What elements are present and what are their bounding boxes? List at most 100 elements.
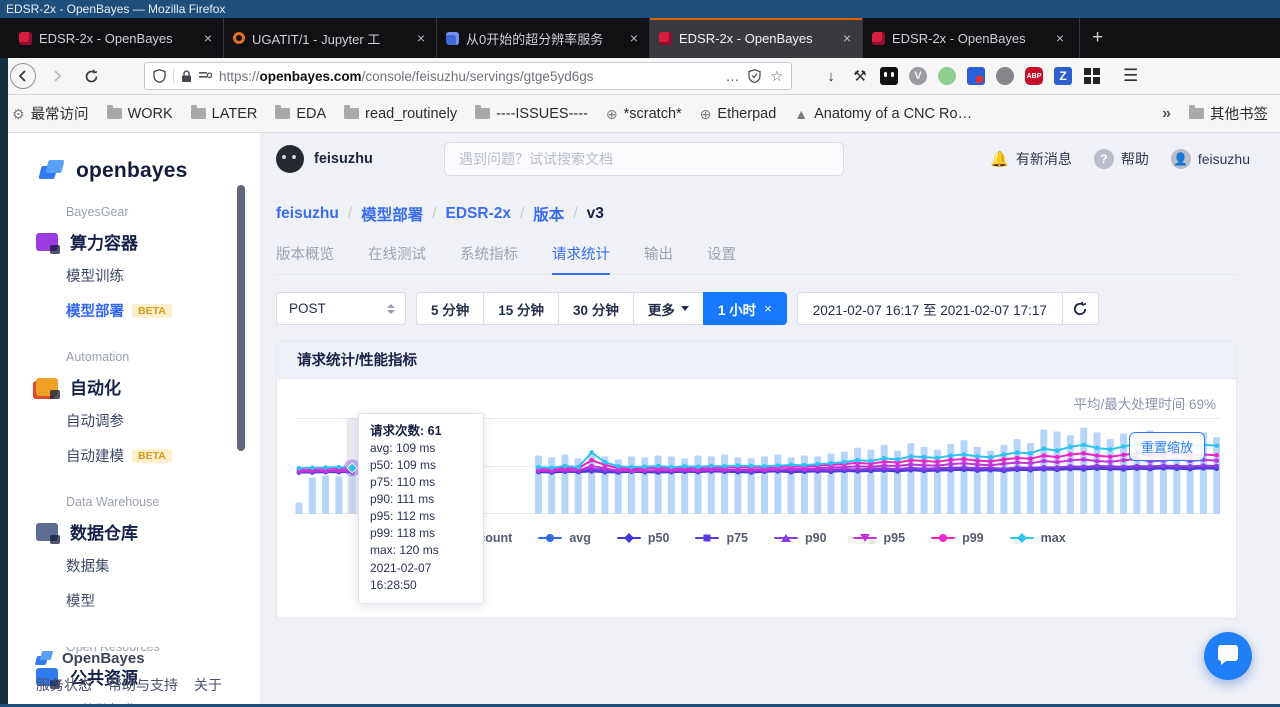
tab-close-icon[interactable]: × [841, 30, 853, 46]
sidebar-item[interactable]: 数据集 [66, 548, 260, 583]
tile-tabs-icon[interactable] [1083, 67, 1101, 85]
refresh-button[interactable] [1063, 292, 1099, 325]
help-item[interactable]: ? 帮助 [1094, 149, 1149, 169]
sidebar-scrollbar-thumb[interactable] [237, 185, 245, 451]
tracking-shield-icon[interactable] [153, 69, 166, 83]
search-input[interactable] [444, 142, 844, 176]
sidebar-section-title[interactable]: 自动化 [36, 370, 260, 403]
url-bar[interactable]: https://openbayes.com/console/feisuzhu/s… [144, 62, 792, 90]
date-range-group: 2021-02-07 16:17 至 2021-02-07 17:17 [797, 292, 1099, 325]
bookmark-star-icon[interactable]: ☆ [770, 68, 783, 85]
bookmark-item[interactable]: LATER [191, 106, 258, 122]
range-button[interactable]: 15 分钟 [483, 292, 559, 325]
browser-tab[interactable]: EDSR-2x - OpenBayes× [862, 18, 1075, 58]
sidebar-item[interactable]: 模型部署BETA [66, 293, 260, 328]
user-avatar[interactable] [276, 145, 304, 173]
pocket-shield-icon[interactable] [748, 69, 761, 83]
reset-zoom-button[interactable]: 重置缩放 [1129, 432, 1205, 461]
user-name[interactable]: feisuzhu [314, 151, 373, 167]
tab-close-icon[interactable]: × [628, 30, 640, 46]
bookmark-item[interactable]: ⊕Etherpad [700, 106, 777, 122]
tab-在线测试[interactable]: 在线测试 [368, 243, 426, 274]
chart-tooltip: 请求次数: 61 avg: 109 msp50: 109 msp75: 110 … [358, 413, 484, 604]
legend-label: max [1041, 531, 1066, 545]
page-actions-icon[interactable]: … [725, 68, 739, 84]
bookmark-item[interactable]: ----ISSUES---- [475, 106, 588, 122]
tab-close-icon[interactable]: × [415, 30, 427, 46]
legend-item-max[interactable]: max [1010, 531, 1066, 545]
sidebar-section-title[interactable]: 算力容器 [36, 225, 260, 258]
browser-tab[interactable]: EDSR-2x - OpenBayes× [649, 18, 862, 58]
legend-item-p99[interactable]: p99 [931, 531, 984, 545]
reload-button[interactable] [78, 63, 104, 89]
bookmark-item[interactable]: EDA [275, 106, 326, 122]
permissions-icon[interactable] [199, 71, 212, 82]
browser-tab[interactable]: EDSR-2x - OpenBayes× [10, 18, 223, 58]
active-range-button[interactable]: 1 小时× [703, 292, 787, 325]
back-button[interactable] [10, 63, 36, 89]
green-dot-icon[interactable] [938, 67, 956, 85]
sidebar-section: BayesGear算力容器模型训练模型部署BETA [0, 205, 260, 328]
other-bookmarks[interactable]: 其他书签 [1189, 103, 1268, 124]
privacy-lock-icon[interactable] [996, 67, 1014, 85]
adblock-icon[interactable]: ABP [1025, 67, 1043, 85]
tab-系统指标[interactable]: 系统指标 [460, 243, 518, 274]
tab-版本概览[interactable]: 版本概览 [276, 243, 334, 274]
forward-button[interactable] [44, 63, 70, 89]
breadcrumb-link[interactable]: feisuzhu [276, 205, 339, 223]
breadcrumb-link[interactable]: 模型部署 [361, 203, 423, 225]
legend-item-p75[interactable]: p75 [695, 531, 748, 545]
lock-icon[interactable] [181, 70, 192, 83]
zotero-icon[interactable]: Z [1054, 67, 1072, 85]
bookmark-item[interactable]: ⊕*scratch* [606, 106, 682, 122]
wrench-icon[interactable]: ⚒ [851, 67, 869, 85]
footer-link[interactable]: 帮助与支持 [108, 675, 178, 695]
openbayes-logo[interactable]: openbayes [40, 159, 260, 183]
tab-输出[interactable]: 输出 [644, 243, 673, 274]
toolbar-extension-icons: ↓ ⚒ V ABP Z [822, 67, 1101, 85]
tab-close-icon[interactable]: × [1054, 30, 1066, 46]
range-button[interactable]: 30 分钟 [558, 292, 634, 325]
legend-item-p90[interactable]: p90 [774, 531, 827, 545]
remove-range-icon[interactable]: × [764, 301, 772, 316]
beta-badge: BETA [132, 304, 172, 318]
download-icon[interactable]: ↓ [822, 67, 840, 85]
legend-item-p50[interactable]: p50 [617, 531, 670, 545]
tab-请求统计[interactable]: 请求统计 [552, 243, 610, 275]
bookmark-item[interactable]: ▲Anatomy of a CNC Ro… [794, 106, 972, 122]
window-titlebar[interactable]: EDSR-2x - OpenBayes — Mozilla Firefox [0, 0, 1280, 18]
account-item[interactable]: 👤 feisuzhu [1171, 149, 1250, 169]
breadcrumb-link[interactable]: 版本 [533, 203, 564, 225]
footer-link[interactable]: 关于 [194, 675, 222, 695]
new-tab-button[interactable]: + [1079, 18, 1115, 58]
sidebar-item[interactable]: 自动调参 [66, 403, 260, 438]
tab-close-icon[interactable]: × [202, 30, 214, 46]
date-range-input[interactable]: 2021-02-07 16:17 至 2021-02-07 17:17 [797, 292, 1063, 325]
bookmark-label: 其他书签 [1210, 103, 1268, 124]
v-extension-icon[interactable]: V [909, 67, 927, 85]
bookmark-item[interactable]: ⚙最常访问 [12, 103, 89, 124]
cookie-manager-icon[interactable] [880, 67, 898, 85]
url-text[interactable]: https://openbayes.com/console/feisuzhu/s… [219, 69, 718, 84]
browser-tab[interactable]: UGATIT/1 - Jupyter 工× [223, 18, 436, 58]
browser-tab[interactable]: 从0开始的超分辨率服务× [436, 18, 649, 58]
legend-item-avg[interactable]: avg [538, 531, 591, 545]
sidebar-item[interactable]: 模型训练 [66, 258, 260, 293]
chat-widget-button[interactable] [1204, 632, 1252, 680]
bookmark-item[interactable]: WORK [107, 106, 173, 122]
password-manager-icon[interactable] [967, 67, 985, 85]
bookmarks-overflow-icon[interactable]: » [1162, 105, 1171, 123]
sidebar-item[interactable]: 自动建模BETA [66, 438, 260, 473]
menu-icon[interactable]: ☰ [1123, 66, 1139, 86]
sidebar-section-title-label: 数据仓库 [70, 519, 138, 544]
legend-item-p95[interactable]: p95 [853, 531, 906, 545]
tab-设置[interactable]: 设置 [707, 243, 736, 274]
notifications-item[interactable]: 🔔 有新消息 [990, 149, 1072, 169]
breadcrumb-link[interactable]: EDSR-2x [446, 205, 511, 223]
footer-link[interactable]: 服务状态 [36, 675, 92, 695]
more-ranges-button[interactable]: 更多 [633, 292, 704, 325]
method-select[interactable]: POST [276, 292, 406, 325]
bookmark-item[interactable]: read_routinely [344, 106, 457, 122]
sidebar-section-title[interactable]: 数据仓库 [36, 515, 260, 548]
range-button[interactable]: 5 分钟 [416, 292, 484, 325]
